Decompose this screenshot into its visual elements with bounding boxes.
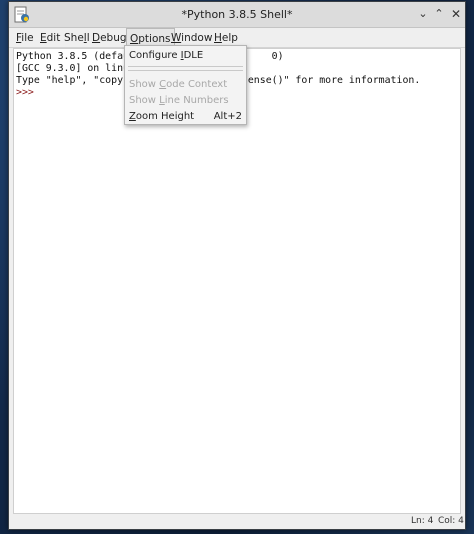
close-button[interactable]: ✕ [449, 7, 463, 21]
menu-separator [128, 66, 243, 67]
window-title: *Python 3.8.5 Shell* [181, 8, 293, 21]
title-bar[interactable]: *Python 3.8.5 Shell* ⌄ ⌃ ✕ [9, 2, 465, 28]
minimize-button[interactable]: ⌄ [416, 7, 430, 21]
menu-item-zoom-height[interactable]: Zoom Height Alt+2 [125, 109, 246, 125]
menu-shell[interactable]: Shell [64, 28, 90, 48]
column-number-status: Col: 4 [438, 516, 464, 526]
menu-separator [128, 70, 243, 71]
menu-item-show-line-numbers[interactable]: Show Line Numbers [125, 93, 246, 109]
menu-item-show-code-context[interactable]: Show Code Context [125, 77, 246, 93]
menu-file[interactable]: File [16, 28, 34, 48]
menu-debug[interactable]: Debug [92, 28, 127, 48]
shell-prompt: >>> [16, 87, 34, 98]
banner-line: [GCC 9.3.0] on linux [16, 63, 135, 74]
options-dropdown-menu: Configure IDLE Show Code Context Show Li… [124, 45, 247, 125]
menu-item-configure-idle[interactable]: Configure IDLE [125, 48, 246, 64]
zoom-height-shortcut: Alt+2 [213, 111, 242, 122]
status-bar: Ln: 4 Col: 4 [9, 515, 465, 529]
maximize-button[interactable]: ⌃ [432, 7, 446, 21]
menu-edit[interactable]: Edit [40, 28, 60, 48]
line-number-status: Ln: 4 [411, 516, 434, 526]
